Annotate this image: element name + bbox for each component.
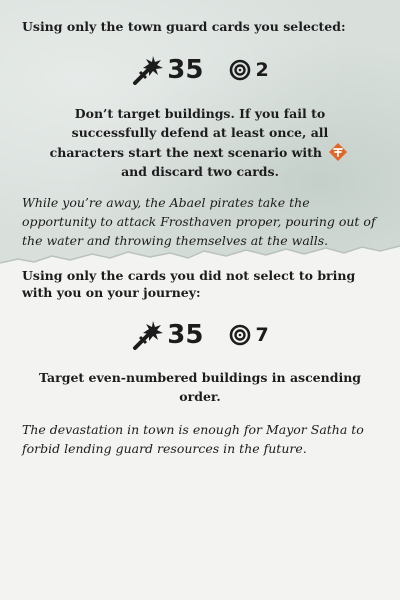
section1-attack-stat: 35: [131, 54, 203, 86]
section2-stats: 35 7: [22, 319, 378, 351]
section2-defense-value: 7: [255, 324, 269, 346]
section2-flavor-text: The devastation in town is enough for Ma…: [22, 422, 364, 456]
impair-condition-icon: [329, 143, 348, 161]
section2-intro: Using only the cards you did not select …: [22, 268, 356, 300]
section1-defense-value: 2: [255, 59, 269, 81]
section2-attack-stat: 35: [131, 319, 203, 351]
target-icon: [230, 324, 251, 346]
attack-spark-sword-icon: [133, 321, 164, 350]
attack-spark-sword-icon: [133, 56, 164, 85]
section1-instruction-part1: Don’t target buildings. If you fail to s…: [49, 106, 329, 160]
outcome-section-selected-cards: Using only the town guard cards you sele…: [0, 18, 400, 250]
section1-instruction: Don’t target buildings. If you fail to s…: [22, 104, 378, 181]
section1-flavor-text: While you’re away, the Abael pirates tak…: [22, 195, 376, 248]
section1-defense-stat: 2: [229, 55, 269, 85]
section2-defense-stat: 7: [229, 320, 269, 350]
section1-instruction-part2: and discard two cards.: [121, 164, 279, 179]
section2-instruction: Target even-numbered buildings in ascend…: [38, 370, 362, 404]
section2-attack-value: 35: [167, 320, 204, 350]
section1-attack-value: 35: [167, 55, 204, 85]
section1-stats: 35 2: [22, 54, 378, 86]
target-icon: [230, 59, 251, 81]
section1-intro: Using only the town guard cards you sele…: [22, 19, 346, 34]
outcome-section-unselected-cards: Using only the cards you did not select …: [0, 267, 400, 458]
